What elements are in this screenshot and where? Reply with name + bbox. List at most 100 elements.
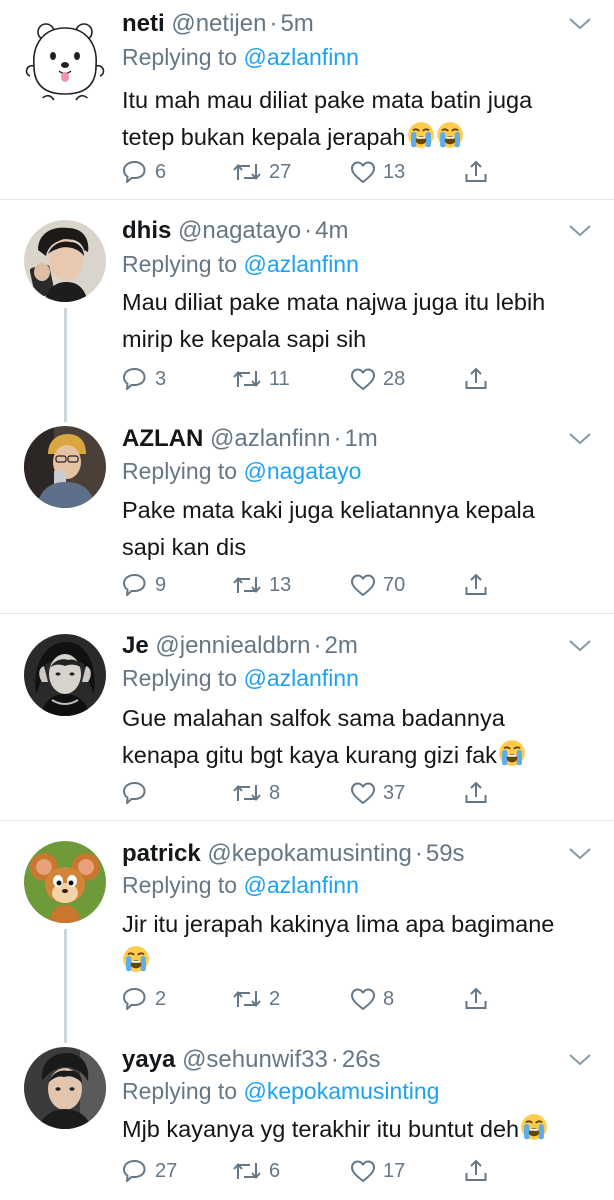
- crying-face-emoji-icon: [435, 121, 464, 149]
- share-button[interactable]: [464, 778, 488, 808]
- person-selfie-avatar-icon: [24, 426, 106, 508]
- reply-button[interactable]: 3: [122, 364, 166, 394]
- chevron-down-icon[interactable]: [568, 846, 592, 862]
- like-button[interactable]: 8: [350, 984, 394, 1014]
- like-button[interactable]: 37: [350, 778, 405, 808]
- display-name[interactable]: Je: [122, 632, 149, 659]
- retweet-button[interactable]: 6: [232, 1156, 280, 1186]
- replying-to: Replying to @azlanfinn: [122, 44, 359, 70]
- timestamp[interactable]: 1m: [344, 425, 377, 452]
- tweet-neti[interactable]: neti @netijen · 5m Replying to @azlanfinn …: [0, 0, 614, 198]
- mention-link[interactable]: @azlanfinn: [243, 665, 358, 691]
- reply-button[interactable]: [122, 778, 155, 808]
- tweet-actions: 9 13 70: [122, 570, 502, 600]
- share-button[interactable]: [464, 570, 488, 600]
- avatar-patrick[interactable]: [24, 841, 106, 923]
- timestamp[interactable]: 59s: [426, 840, 465, 867]
- like-button[interactable]: 28: [350, 364, 405, 394]
- handle[interactable]: @sehunwif33: [182, 1046, 328, 1073]
- crying-face-emoji-icon: [122, 945, 150, 973]
- tweet-header: yaya @sehunwif33 · 26s: [122, 1046, 381, 1073]
- tweet-header: Je @jenniealdbrn · 2m: [122, 632, 358, 659]
- tweet-text: Jir itu jerapah kakinya lima apa bagiman…: [122, 906, 592, 980]
- display-name[interactable]: AZLAN: [122, 425, 203, 452]
- share-button[interactable]: [464, 364, 488, 394]
- display-name[interactable]: patrick: [122, 840, 201, 867]
- display-name[interactable]: yaya: [122, 1046, 175, 1073]
- avatar-je[interactable]: [24, 634, 106, 716]
- heart-icon: [351, 161, 375, 183]
- retweet-icon: [233, 1162, 261, 1180]
- avatar-yaya[interactable]: [24, 1047, 106, 1129]
- heart-icon: [351, 988, 375, 1010]
- like-count: 70: [383, 573, 406, 596]
- chevron-down-icon[interactable]: [568, 431, 592, 447]
- crying-face-emoji-icon: [520, 1113, 548, 1141]
- like-button[interactable]: 13: [350, 157, 405, 187]
- mention-link[interactable]: @nagatayo: [243, 458, 361, 484]
- timestamp[interactable]: 26s: [342, 1046, 381, 1073]
- retweet-button[interactable]: 8: [232, 778, 280, 808]
- heart-icon: [351, 1160, 375, 1182]
- reply-button[interactable]: 2: [122, 984, 166, 1014]
- reply-button[interactable]: 9: [122, 570, 166, 600]
- display-name[interactable]: neti: [122, 10, 165, 37]
- avatar-azlan[interactable]: [24, 426, 106, 508]
- mention-link[interactable]: @kepokamusinting: [243, 1078, 439, 1104]
- reply-icon: [123, 368, 146, 390]
- mention-link[interactable]: @azlanfinn: [243, 44, 358, 70]
- tweet-text: Mau diliat pake mata najwa juga itu lebi…: [122, 289, 546, 352]
- handle[interactable]: @nagatayo: [178, 217, 301, 244]
- chevron-down-icon[interactable]: [568, 638, 592, 654]
- retweet-button[interactable]: 13: [232, 570, 291, 600]
- reply-button[interactable]: 27: [122, 1156, 177, 1186]
- tweet-azlan[interactable]: AZLAN @azlanfinn · 1m Replying to @nagatay…: [0, 406, 614, 613]
- polar-bear-avatar-icon: [20, 14, 110, 104]
- handle[interactable]: @jenniealdbrn: [155, 632, 310, 659]
- person-bw-photo-avatar-icon: [24, 634, 106, 716]
- mention-link[interactable]: @azlanfinn: [243, 872, 358, 898]
- share-icon: [465, 988, 487, 1009]
- retweet-button[interactable]: 11: [232, 364, 290, 394]
- reply-icon: [123, 988, 146, 1010]
- replying-to: Replying to @azlanfinn: [122, 665, 359, 691]
- share-icon: [465, 782, 487, 803]
- share-button[interactable]: [464, 157, 488, 187]
- mention-link[interactable]: @azlanfinn: [243, 251, 358, 277]
- tweet-header: neti @netijen · 5m: [122, 10, 314, 37]
- tweet-je[interactable]: Je @jenniealdbrn · 2m Replying to @azlanfi…: [0, 614, 614, 820]
- tweet-patrick[interactable]: patrick @kepokamusinting · 59s Replying to…: [0, 821, 614, 1043]
- retweet-icon: [233, 990, 261, 1008]
- timestamp[interactable]: 4m: [315, 217, 348, 244]
- display-name[interactable]: dhis: [122, 217, 171, 244]
- chevron-down-icon[interactable]: [568, 16, 592, 32]
- tweet-text: Pake mata kaki juga keliatannya kepala s…: [122, 497, 535, 560]
- retweet-button[interactable]: 27: [232, 157, 291, 187]
- timestamp[interactable]: 2m: [325, 632, 358, 659]
- handle[interactable]: @kepokamusinting: [207, 840, 411, 867]
- timestamp[interactable]: 5m: [280, 10, 313, 37]
- retweet-count: 27: [269, 160, 292, 183]
- tweet-actions: 3 11 28: [122, 364, 502, 394]
- reply-button[interactable]: 6: [122, 157, 166, 187]
- heart-icon: [351, 574, 375, 596]
- avatar-neti[interactable]: [20, 14, 110, 104]
- chevron-down-icon[interactable]: [568, 223, 592, 239]
- avatar-dhis[interactable]: [24, 220, 106, 302]
- tweet-yaya[interactable]: yaya @sehunwif33 · 26s Replying to @kepoka…: [0, 1027, 614, 1200]
- tweet-actions: 2 2 8: [122, 984, 502, 1014]
- chevron-down-icon[interactable]: [568, 1052, 592, 1068]
- share-icon: [465, 1160, 487, 1181]
- crying-face-emoji-icon: [498, 739, 526, 767]
- handle[interactable]: @netijen: [171, 10, 266, 37]
- retweet-count: 8: [269, 781, 281, 804]
- retweet-icon: [233, 784, 261, 802]
- retweet-button[interactable]: 2: [232, 984, 280, 1014]
- share-button[interactable]: [464, 984, 488, 1014]
- tweet-dhis[interactable]: dhis @nagatayo · 4m Replying to @azlanfinn…: [0, 200, 614, 422]
- like-button[interactable]: 17: [350, 1156, 405, 1186]
- retweet-count: 13: [269, 573, 292, 596]
- like-button[interactable]: 70: [350, 570, 405, 600]
- handle[interactable]: @azlanfinn: [210, 425, 330, 452]
- share-button[interactable]: [464, 1156, 488, 1186]
